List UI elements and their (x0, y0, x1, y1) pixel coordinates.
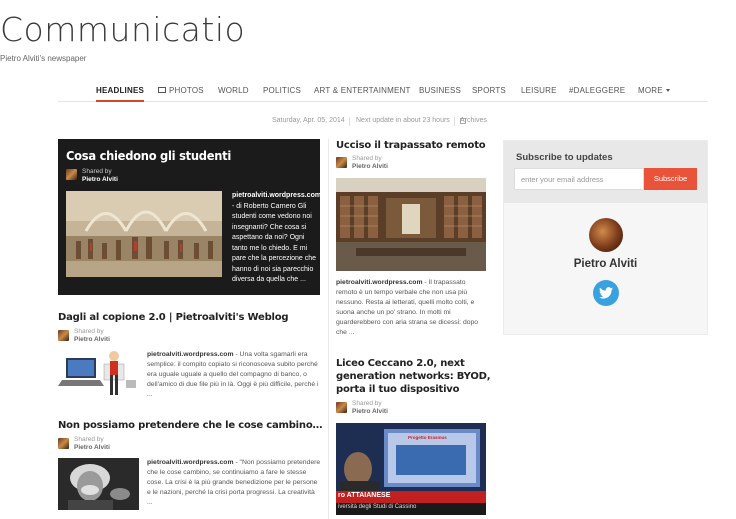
nav-label: HEADLINES (96, 86, 145, 95)
einstein-portrait-image (58, 458, 139, 510)
subscribe-button[interactable]: Subscribe (644, 168, 697, 190)
nav-politics[interactable]: POLITICS (263, 86, 301, 102)
shared-by: Shared by Pietro Alviti (352, 155, 388, 171)
site-title[interactable]: Communicatio (0, 10, 736, 49)
title-line: generation networks: BYOD, (336, 371, 491, 382)
featured-image[interactable] (66, 191, 222, 277)
nav-sports[interactable]: SPORTS (472, 86, 506, 102)
nav-label: #DALEGGERE (569, 86, 626, 95)
thumb-heading: Progetto Erasmus (408, 435, 447, 440)
shared-name[interactable]: Pietro Alviti (74, 444, 110, 452)
nav-label: LEISURE (521, 86, 557, 95)
article-snippet: pietroalviti.wordpress.com - "Non possia… (147, 458, 322, 508)
featured-article[interactable]: Cosa chiedono gli studenti Shared by Pie… (58, 139, 321, 295)
shared-label: Shared by (74, 436, 104, 443)
article-title[interactable]: Non possiamo pretendere che le cose camb… (58, 420, 322, 431)
thumb-subcaption: iversità degli Studi di Cassino (338, 504, 417, 510)
shared-by: Shared by Pietro Alviti (74, 328, 110, 344)
nav-more[interactable]: MORE (638, 86, 670, 102)
column-divider (328, 139, 329, 519)
avatar (336, 402, 347, 413)
subscribe-header: Subscribe to updates Subscribe (504, 141, 707, 203)
snippet-text: - di Roberto Carnero Gli studenti come v… (232, 202, 317, 284)
source-link[interactable]: pietroalviti.wordpress.com (232, 192, 321, 199)
nav-label: PHOTOS (169, 86, 204, 95)
featured-title[interactable]: Cosa chiedono gli studenti (66, 148, 231, 163)
subscribe-title: Subscribe to updates (516, 152, 613, 163)
avatar[interactable] (589, 218, 623, 252)
nav-leisure[interactable]: LEISURE (521, 86, 557, 102)
photo-icon (158, 87, 166, 93)
article-thumbnail[interactable]: Progetto Erasmus ro ATTAIANESE iversità … (336, 423, 486, 515)
nav-art-entertainment[interactable]: ART & ENTERTAINMENT (314, 86, 411, 102)
avatar (66, 169, 77, 180)
source-link[interactable]: pietroalviti.wordpress.com (147, 459, 234, 466)
shared-by: Shared by Pietro Alviti (82, 168, 118, 184)
shared-name[interactable]: Pietro Alviti (352, 163, 388, 171)
shared-label: Shared by (82, 168, 112, 175)
article-thumbnail[interactable] (336, 178, 486, 271)
nav-headlines[interactable]: HEADLINES (96, 86, 145, 102)
shared-by: Shared by Pietro Alviti (74, 436, 110, 452)
source-link[interactable]: pietroalviti.wordpress.com (147, 351, 234, 358)
shared-name[interactable]: Pietro Alviti (74, 336, 110, 344)
divider (454, 117, 455, 126)
article-title[interactable]: Dagli al copione 2.0 | Pietroalviti's We… (58, 312, 289, 323)
source-link[interactable]: pietroalviti.wordpress.com (336, 279, 423, 286)
shared-by: Shared by Pietro Alviti (352, 400, 388, 416)
featured-snippet: pietroalviti.wordpress.com - di Roberto … (232, 191, 321, 286)
nav-photos[interactable]: PHOTOS (158, 86, 204, 102)
nav-label: ART & ENTERTAINMENT (314, 86, 411, 95)
shared-label: Shared by (74, 328, 104, 335)
subscribe-sidebar: Subscribe to updates Subscribe Pietro Al… (503, 140, 708, 335)
nav-label: SPORTS (472, 86, 506, 95)
shared-name[interactable]: Pietro Alviti (82, 176, 118, 184)
shared-label: Shared by (352, 400, 382, 407)
title-line: porta il tuo dispositivo (336, 384, 460, 395)
nav-world[interactable]: WORLD (218, 86, 249, 102)
nav-label: BUSINESS (419, 86, 462, 95)
curator-name[interactable]: Pietro Alviti (504, 258, 707, 270)
main-nav: HEADLINES PHOTOS WORLD POLITICS ART & EN… (58, 86, 708, 102)
article-thumbnail[interactable] (58, 350, 139, 402)
snippet-text: - Una volta sgamarli era semplice: il co… (147, 351, 319, 398)
article-thumbnail[interactable] (58, 458, 139, 510)
snippet-text: - Il trapassato remoto è un tempo verbal… (336, 279, 479, 336)
title-line: Liceo Ceccano 2.0, next (336, 358, 465, 369)
email-field[interactable] (514, 168, 644, 190)
avatar (336, 157, 347, 168)
divider (349, 117, 350, 126)
shared-name[interactable]: Pietro Alviti (352, 408, 388, 416)
caret-down-icon (665, 89, 670, 92)
laptop-cartoon-image (58, 350, 139, 402)
library-image (336, 178, 486, 271)
painting-image (66, 191, 222, 277)
snippet-text: - "Non possiamo pretendere che le cose c… (147, 459, 321, 506)
article-title[interactable]: Liceo Ceccano 2.0, next generation netwo… (336, 357, 491, 396)
article-title[interactable]: Ucciso il trapassato remoto (336, 140, 486, 151)
archives-label: Archives (460, 117, 487, 124)
site-subtitle: Pietro Alviti's newspaper (0, 54, 87, 63)
nav-daleggere[interactable]: #DALEGGERE (569, 86, 625, 102)
twitter-icon (599, 287, 613, 299)
nav-label: WORLD (218, 86, 249, 95)
date-text: Saturday, Apr. 05, 2014 (272, 117, 345, 124)
thumb-caption: ro ATTAIANESE (338, 492, 391, 499)
twitter-button[interactable] (593, 280, 619, 306)
nav-label: POLITICS (263, 86, 302, 95)
next-update-text: Next update in about 23 hours (356, 117, 450, 124)
nav-label: MORE (638, 86, 663, 95)
article-snippet: pietroalviti.wordpress.com - Il trapassa… (336, 278, 486, 338)
avatar (58, 438, 69, 449)
shared-label: Shared by (352, 155, 382, 162)
article-snippet: pietroalviti.wordpress.com - Una volta s… (147, 350, 322, 400)
avatar (58, 330, 69, 341)
nav-business[interactable]: BUSINESS (419, 86, 461, 102)
